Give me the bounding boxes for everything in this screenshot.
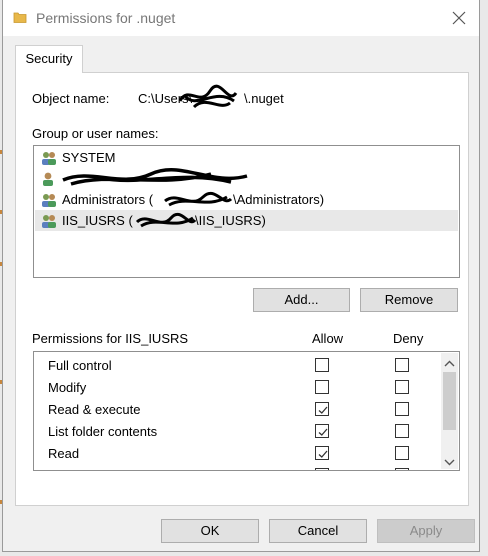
redaction-scribble	[178, 84, 238, 109]
allow-checkbox[interactable]	[315, 468, 329, 470]
permission-label: Write	[48, 468, 78, 470]
group-users-icon	[40, 192, 58, 208]
user-label: IIS_IUSRS (	[62, 213, 133, 228]
group-user-list[interactable]: SYSTEM Administrators ( \Administrators)	[33, 145, 460, 278]
user-row-system[interactable]: SYSTEM	[35, 147, 458, 168]
cancel-button[interactable]: Cancel	[269, 519, 367, 543]
scroll-down-icon[interactable]	[444, 455, 455, 466]
folder-icon	[13, 10, 27, 24]
permission-row: Read	[34, 442, 434, 464]
security-panel: Object name: C:\Users\ \.nuget Group or …	[15, 72, 469, 506]
single-user-icon	[40, 171, 58, 187]
group-names-label: Group or user names:	[32, 126, 159, 141]
window-title: Permissions for .nuget	[36, 10, 176, 26]
group-users-icon	[40, 150, 58, 166]
permission-row: Full control	[34, 354, 434, 376]
user-label-suffix: \Administrators)	[233, 192, 325, 207]
deny-checkbox[interactable]	[395, 358, 409, 372]
deny-header: Deny	[393, 331, 424, 346]
permission-label: Modify	[48, 380, 87, 395]
allow-checkbox[interactable]	[315, 380, 329, 394]
permissions-list[interactable]: Full control Modify Read & execute List fol…	[33, 351, 460, 471]
deny-checkbox[interactable]	[395, 468, 409, 470]
close-icon[interactable]	[449, 8, 469, 28]
permission-label: List folder contents	[48, 424, 158, 439]
object-name-label: Object name:	[32, 91, 110, 106]
user-row-administrators[interactable]: Administrators ( \Administrators)	[35, 189, 458, 210]
permission-row: List folder contents	[34, 420, 434, 442]
tab-security[interactable]: Security	[15, 45, 83, 73]
group-users-icon	[40, 213, 58, 229]
vertical-scrollbar[interactable]	[441, 353, 458, 469]
redaction-scribble	[135, 212, 197, 228]
allow-checkbox[interactable]	[315, 446, 329, 460]
user-label-suffix: \IIS_IUSRS)	[195, 213, 266, 228]
remove-button[interactable]: Remove	[360, 288, 458, 312]
redaction-scribble	[62, 168, 248, 186]
allow-checkbox[interactable]	[315, 402, 329, 416]
allow-checkbox[interactable]	[315, 358, 329, 372]
title-bar: Permissions for .nuget	[3, 0, 479, 36]
deny-checkbox[interactable]	[395, 380, 409, 394]
permission-label: Read & execute	[48, 402, 141, 417]
allow-header: Allow	[312, 331, 344, 346]
user-row-redacted[interactable]	[35, 168, 458, 189]
permission-row: Modify	[34, 376, 434, 398]
deny-checkbox[interactable]	[395, 446, 409, 460]
redaction-scribble	[164, 191, 233, 207]
apply-button[interactable]: Apply	[377, 519, 475, 543]
deny-checkbox[interactable]	[395, 424, 409, 438]
add-button[interactable]: Add...	[253, 288, 350, 312]
permissions-dialog: Permissions for .nuget Security Object n…	[2, 0, 480, 552]
permission-row: Write	[34, 464, 434, 470]
permission-row: Read & execute	[34, 398, 434, 420]
permissions-label: Permissions for IIS_IUSRS	[32, 331, 189, 346]
scroll-up-icon[interactable]	[444, 357, 455, 367]
user-label: Administrators (	[62, 192, 154, 207]
deny-checkbox[interactable]	[395, 402, 409, 416]
user-row-iis-iusrs[interactable]: IIS_IUSRS ( \IIS_IUSRS)	[35, 210, 458, 231]
permission-label: Full control	[48, 358, 112, 373]
object-name-suffix: \.nuget	[244, 91, 284, 106]
permission-label: Read	[48, 446, 80, 461]
user-label: SYSTEM	[62, 150, 116, 165]
allow-checkbox[interactable]	[315, 424, 329, 438]
ok-button[interactable]: OK	[161, 519, 259, 543]
scrollbar-thumb[interactable]	[443, 372, 456, 430]
